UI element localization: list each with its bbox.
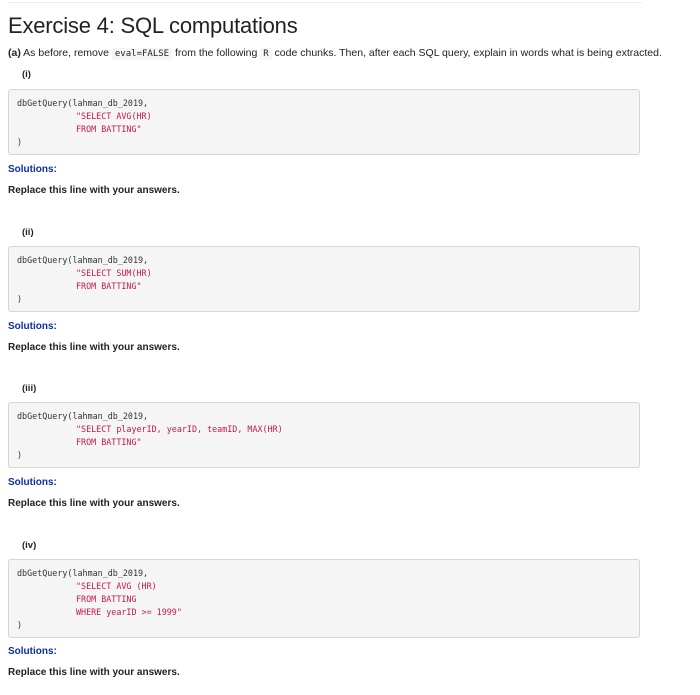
code-sql-line: "SELECT SUM(HR) — [76, 268, 152, 278]
code-close-paren: ) — [17, 137, 23, 147]
code-sql-line: FROM BATTING" — [76, 437, 142, 447]
answer-placeholder-ii: Replace this line with your answers. — [8, 342, 180, 353]
answer-placeholder-i: Replace this line with your answers. — [8, 185, 180, 196]
top-divider — [8, 2, 642, 3]
code-call: dbGetQuery(lahman_db_2019, — [17, 411, 149, 421]
exercise-instructions: (a) As before, remove eval=FALSE from th… — [8, 47, 662, 60]
solutions-heading-ii: Solutions: — [8, 321, 57, 332]
subpart-label-iv: (iv) — [22, 540, 37, 551]
code-sql-line: WHERE yearID >= 1999" — [76, 607, 182, 617]
code-close-paren: ) — [17, 620, 23, 630]
instructions-text-3: code chunks. Then, after each SQL query,… — [271, 47, 662, 59]
code-call: dbGetQuery(lahman_db_2019, — [17, 255, 149, 265]
code-call: dbGetQuery(lahman_db_2019, — [17, 98, 149, 108]
answer-placeholder-iii: Replace this line with your answers. — [8, 498, 180, 509]
instructions-text-1: As before, remove — [20, 47, 112, 59]
code-chunk-iii[interactable]: dbGetQuery(lahman_db_2019, "SELECT playe… — [8, 402, 640, 468]
inline-code-r: R — [260, 48, 272, 60]
solutions-heading-i: Solutions: — [8, 164, 57, 175]
code-sql-line: "SELECT playerID, yearID, teamID, MAX(HR… — [76, 424, 283, 434]
code-chunk-iv[interactable]: dbGetQuery(lahman_db_2019, "SELECT AVG (… — [8, 559, 640, 638]
subpart-label-ii: (ii) — [22, 227, 34, 238]
part-label: (a) — [8, 47, 21, 59]
page-title: Exercise 4: SQL computations — [8, 13, 298, 38]
code-close-paren: ) — [17, 450, 23, 460]
instructions-text-2: from the following — [172, 47, 261, 59]
subpart-label-i: (i) — [22, 69, 31, 80]
code-call: dbGetQuery(lahman_db_2019, — [17, 568, 149, 578]
code-chunk-i[interactable]: dbGetQuery(lahman_db_2019, "SELECT AVG(H… — [8, 89, 640, 155]
solutions-heading-iv: Solutions: — [8, 646, 57, 657]
code-sql-line: "SELECT AVG (HR) — [76, 581, 157, 591]
code-sql-line: FROM BATTING" — [76, 281, 142, 291]
subpart-label-iii: (iii) — [22, 383, 37, 394]
code-sql-line: FROM BATTING" — [76, 124, 142, 134]
answer-placeholder-iv: Replace this line with your answers. — [8, 667, 180, 678]
code-sql-line: FROM BATTING — [76, 594, 137, 604]
code-sql-line: "SELECT AVG(HR) — [76, 111, 152, 121]
code-chunk-ii[interactable]: dbGetQuery(lahman_db_2019, "SELECT SUM(H… — [8, 246, 640, 312]
inline-code-eval: eval=FALSE — [111, 48, 173, 60]
solutions-heading-iii: Solutions: — [8, 477, 57, 488]
code-close-paren: ) — [17, 294, 23, 304]
